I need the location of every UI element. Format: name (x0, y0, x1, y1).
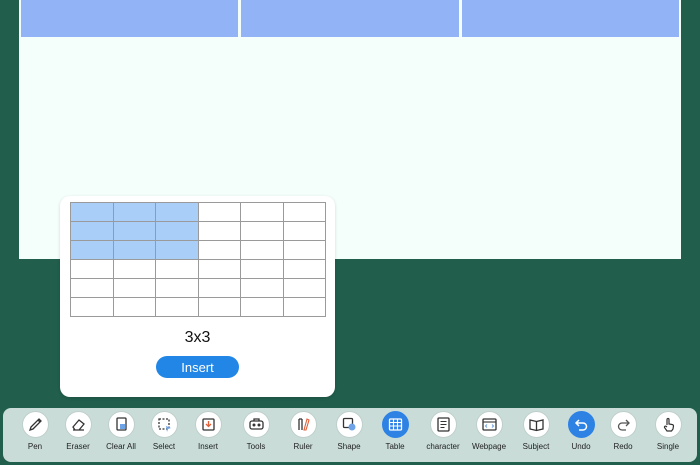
grid-cell[interactable] (113, 298, 156, 317)
toolbar-item-label: Table (385, 442, 405, 451)
grid-cell[interactable] (113, 241, 156, 260)
toolbar-item-label: Select (152, 442, 176, 451)
canvas-table-header[interactable] (21, 0, 679, 37)
grid-cell[interactable] (71, 222, 114, 241)
redo-icon (609, 411, 637, 438)
grid-cell[interactable] (71, 260, 114, 279)
tools-icon (242, 411, 270, 438)
grid-cell[interactable] (198, 279, 241, 298)
toolbar-subject-button[interactable]: Subject (511, 411, 561, 461)
toolbar-single-button[interactable]: Single (643, 411, 693, 461)
eraser-icon (64, 411, 92, 438)
grid-cell[interactable] (156, 260, 199, 279)
grid-cell[interactable] (113, 203, 156, 222)
toolbar-item-label: Webpage (471, 442, 507, 451)
toolbar-tools-button[interactable]: Tools (231, 411, 281, 461)
grid-cell[interactable] (71, 241, 114, 260)
toolbar-item-label: Tools (246, 442, 266, 451)
grid-cell[interactable] (156, 241, 199, 260)
grid-cell[interactable] (283, 298, 326, 317)
toolbar-item-label: character (426, 442, 460, 451)
grid-cell[interactable] (156, 279, 199, 298)
bottom-toolbar: Pen Eraser Clear All Select Insert Tools Ruler… (3, 408, 697, 462)
grid-cell[interactable] (198, 203, 241, 222)
toolbar-redo-button[interactable]: Redo (598, 411, 648, 461)
canvas-table-header-cell[interactable] (461, 0, 679, 37)
grid-cell[interactable] (241, 279, 284, 298)
grid-cell[interactable] (198, 241, 241, 260)
toolbar-ruler-button[interactable]: Ruler (278, 411, 328, 461)
webpage-icon (475, 411, 503, 438)
pen-icon (21, 411, 49, 438)
grid-cell[interactable] (241, 203, 284, 222)
grid-cell[interactable] (283, 279, 326, 298)
toolbar-select-button[interactable]: Select (139, 411, 189, 461)
table-icon (381, 411, 409, 438)
table-size-grid[interactable] (70, 202, 326, 317)
toolbar-item-label: Single (656, 442, 680, 451)
grid-cell[interactable] (283, 222, 326, 241)
grid-cell[interactable] (71, 279, 114, 298)
subject-icon (522, 411, 550, 438)
grid-cell[interactable] (113, 260, 156, 279)
grid-cell[interactable] (71, 298, 114, 317)
insert-icon (194, 411, 222, 438)
canvas-table-header-cell[interactable] (241, 0, 459, 37)
toolbar-table-button[interactable]: Table (370, 411, 420, 461)
grid-cell[interactable] (156, 298, 199, 317)
grid-cell[interactable] (283, 260, 326, 279)
insert-table-button[interactable]: Insert (156, 356, 239, 378)
single-touch-icon (654, 411, 682, 438)
toolbar-item-label: Undo (571, 442, 591, 451)
grid-cell[interactable] (198, 260, 241, 279)
table-size-label: 3x3 (184, 329, 211, 346)
table-size-picker: 3x3 Insert (60, 196, 335, 397)
toolbar-shape-button[interactable]: Shape (324, 411, 374, 461)
grid-cell[interactable] (241, 298, 284, 317)
canvas-table-header-cell[interactable] (21, 0, 239, 37)
grid-cell[interactable] (113, 279, 156, 298)
toolbar-item-label: Subject (522, 442, 550, 451)
grid-cell[interactable] (198, 222, 241, 241)
grid-cell[interactable] (113, 222, 156, 241)
toolbar-insert-button[interactable]: Insert (183, 411, 233, 461)
toolbar-item-label: Shape (337, 442, 361, 451)
toolbar-item-label: Pen (27, 442, 43, 451)
grid-cell[interactable] (156, 222, 199, 241)
toolbar-item-label: Redo (613, 442, 633, 451)
toolbar-character-button[interactable]: character (418, 411, 468, 461)
grid-cell[interactable] (241, 222, 284, 241)
toolbar-item-label: Eraser (66, 442, 90, 451)
grid-cell[interactable] (283, 241, 326, 260)
grid-cell[interactable] (198, 298, 241, 317)
character-icon (429, 411, 457, 438)
grid-cell[interactable] (241, 260, 284, 279)
shape-icon (335, 411, 363, 438)
grid-cell[interactable] (241, 241, 284, 260)
grid-cell[interactable] (156, 203, 199, 222)
undo-icon (567, 411, 595, 438)
grid-cell[interactable] (283, 203, 326, 222)
grid-cell[interactable] (71, 203, 114, 222)
toolbar-item-label: Clear All (106, 442, 136, 451)
toolbar-item-label: Insert (197, 442, 218, 451)
ruler-icon (289, 411, 317, 438)
toolbar-item-label: Ruler (293, 442, 313, 451)
select-icon (150, 411, 178, 438)
toolbar-webpage-button[interactable]: Webpage (464, 411, 514, 461)
clear-all-icon (107, 411, 135, 438)
